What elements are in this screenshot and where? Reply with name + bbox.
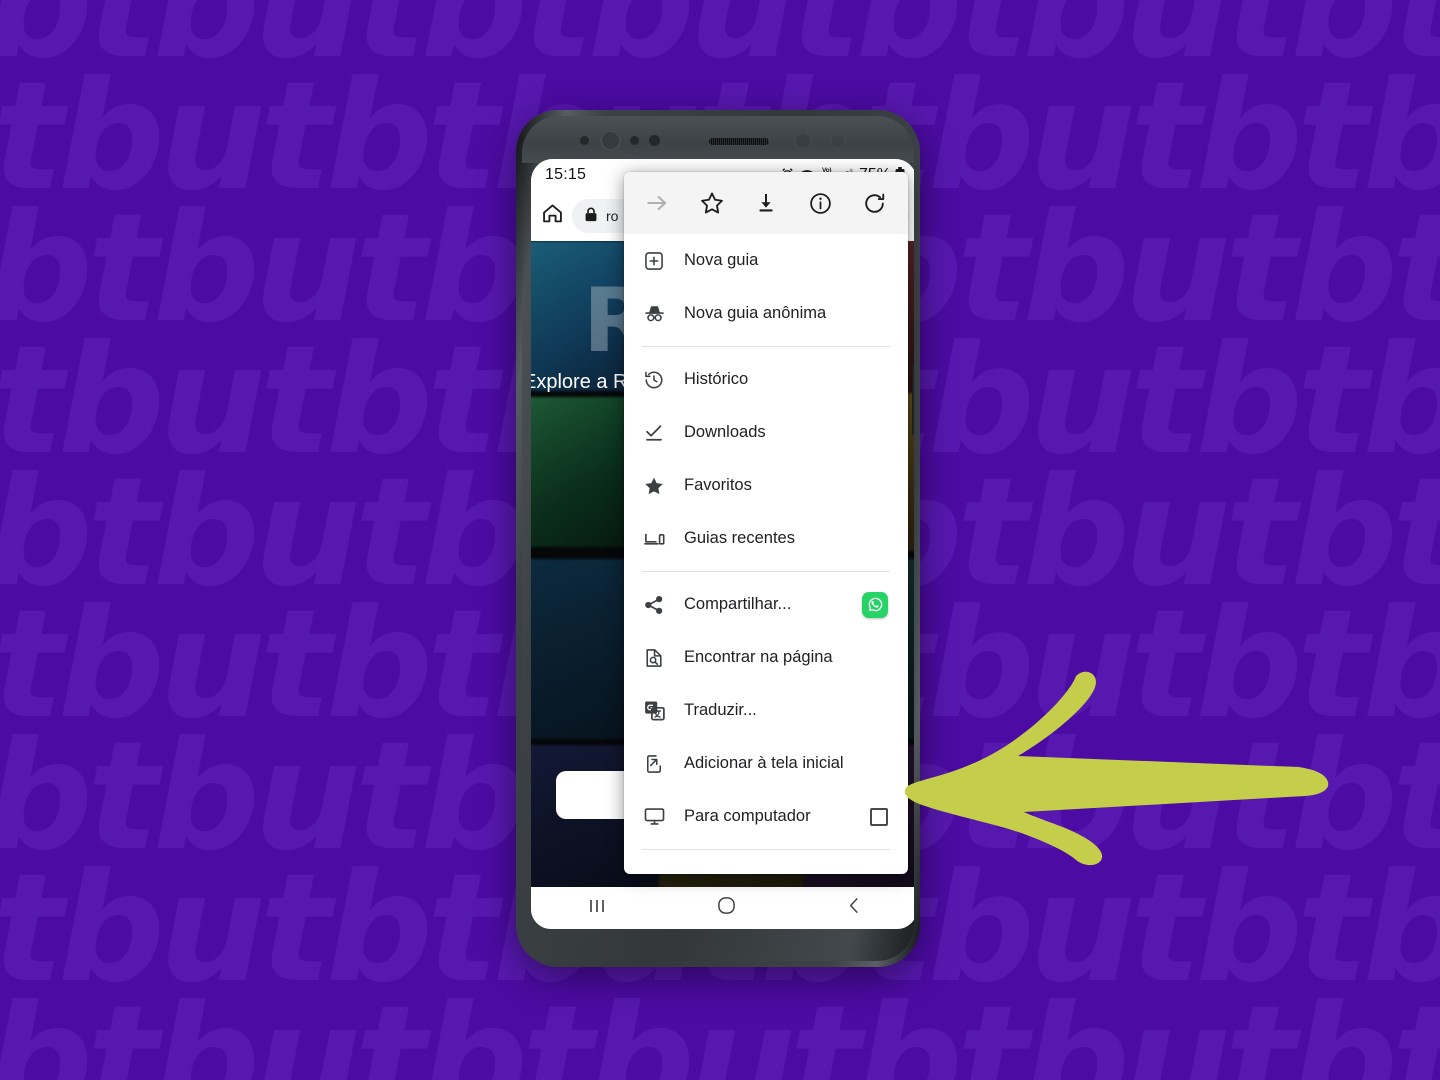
menu-item-downloads[interactable]: Downloads	[624, 406, 908, 459]
status-time: 15:15	[545, 165, 587, 183]
menu-item-recent-tabs[interactable]: Guias recentes	[624, 512, 908, 565]
menu-divider	[642, 346, 890, 347]
left-pointing-arrow	[904, 671, 1329, 866]
reload-icon[interactable]	[860, 188, 890, 218]
menu-item-label: Configurações	[684, 873, 888, 874]
menu-item-label: Traduzir...	[684, 701, 757, 719]
menu-item-label: Para computador	[684, 807, 811, 825]
sensor-dot-4	[830, 133, 846, 149]
sensor-dot-1	[580, 136, 589, 145]
lock-icon	[584, 207, 598, 225]
home-circle-icon[interactable]	[717, 896, 736, 920]
bookmark-star-icon	[642, 474, 666, 498]
menu-item-label: Guias recentes	[684, 529, 795, 547]
page-subtitle: Explore a R	[531, 371, 628, 393]
menu-divider	[642, 571, 890, 572]
iris-scanner	[794, 132, 812, 150]
menu-item-new-incognito-tab[interactable]: Nova guia anônima	[624, 287, 908, 340]
star-icon[interactable]	[697, 188, 727, 218]
download-icon[interactable]	[751, 188, 781, 218]
menu-item-request-desktop-site[interactable]: Para computador	[624, 790, 908, 843]
menu-item-history[interactable]: Histórico	[624, 353, 908, 406]
desktop-icon	[642, 805, 666, 829]
menu-item-label: Histórico	[684, 370, 749, 388]
new-tab-icon	[642, 249, 666, 273]
sensor-dot-2	[630, 136, 639, 145]
desktop-site-checkbox[interactable]	[870, 807, 888, 826]
menu-item-new-tab[interactable]: Nova guia	[624, 234, 908, 287]
browser-overflow-menu: Nova guia Nova guia anônima Histórico Do…	[624, 172, 908, 874]
find-in-page-icon	[642, 646, 666, 670]
recents-icon[interactable]	[586, 897, 608, 920]
menu-item-label: Compartilhar...	[684, 595, 792, 613]
menu-divider	[642, 849, 890, 850]
menu-item-label: Downloads	[684, 423, 766, 441]
menu-item-translate[interactable]: Traduzir...	[624, 684, 908, 737]
android-nav-bar	[531, 887, 914, 929]
home-icon[interactable]	[541, 202, 564, 230]
back-icon[interactable]	[845, 896, 863, 920]
menu-item-settings[interactable]: Configurações	[624, 856, 908, 874]
downloads-icon	[642, 421, 666, 445]
menu-item-share[interactable]: Compartilhar...	[624, 578, 908, 631]
info-icon[interactable]	[805, 188, 835, 218]
watermark-row: tbtbutbtbutbtbutbtbutbtbutbtbutbtbutbtbu…	[0, 974, 1440, 1080]
menu-item-bookmarks[interactable]: Favoritos	[624, 459, 908, 512]
whatsapp-icon[interactable]	[862, 591, 888, 618]
add-to-home-icon	[642, 752, 666, 776]
forward-icon[interactable]	[642, 188, 672, 218]
menu-item-label: Nova guia	[684, 251, 759, 269]
history-icon	[642, 368, 666, 392]
front-camera	[600, 130, 621, 151]
share-icon	[642, 593, 666, 617]
sensor-dot-3	[649, 135, 660, 146]
menu-item-add-to-home-screen[interactable]: Adicionar à tela inicial	[624, 737, 908, 790]
menu-item-label: Favoritos	[684, 476, 752, 494]
menu-item-label: Adicionar à tela inicial	[684, 754, 844, 772]
menu-item-label: Encontrar na página	[684, 648, 833, 666]
translate-icon	[642, 699, 666, 723]
menu-item-label: Nova guia anônima	[684, 304, 827, 322]
recent-tabs-icon	[642, 527, 666, 551]
menu-item-find-in-page[interactable]: Encontrar na página	[624, 631, 908, 684]
url-text: ro	[606, 207, 619, 224]
phone-top-bezel	[522, 116, 914, 163]
phone-side-button	[912, 364, 914, 436]
incognito-icon	[642, 302, 666, 326]
menu-quick-actions-toolbar	[624, 172, 908, 234]
settings-gear-icon	[642, 871, 666, 875]
earpiece-speaker	[709, 138, 769, 145]
